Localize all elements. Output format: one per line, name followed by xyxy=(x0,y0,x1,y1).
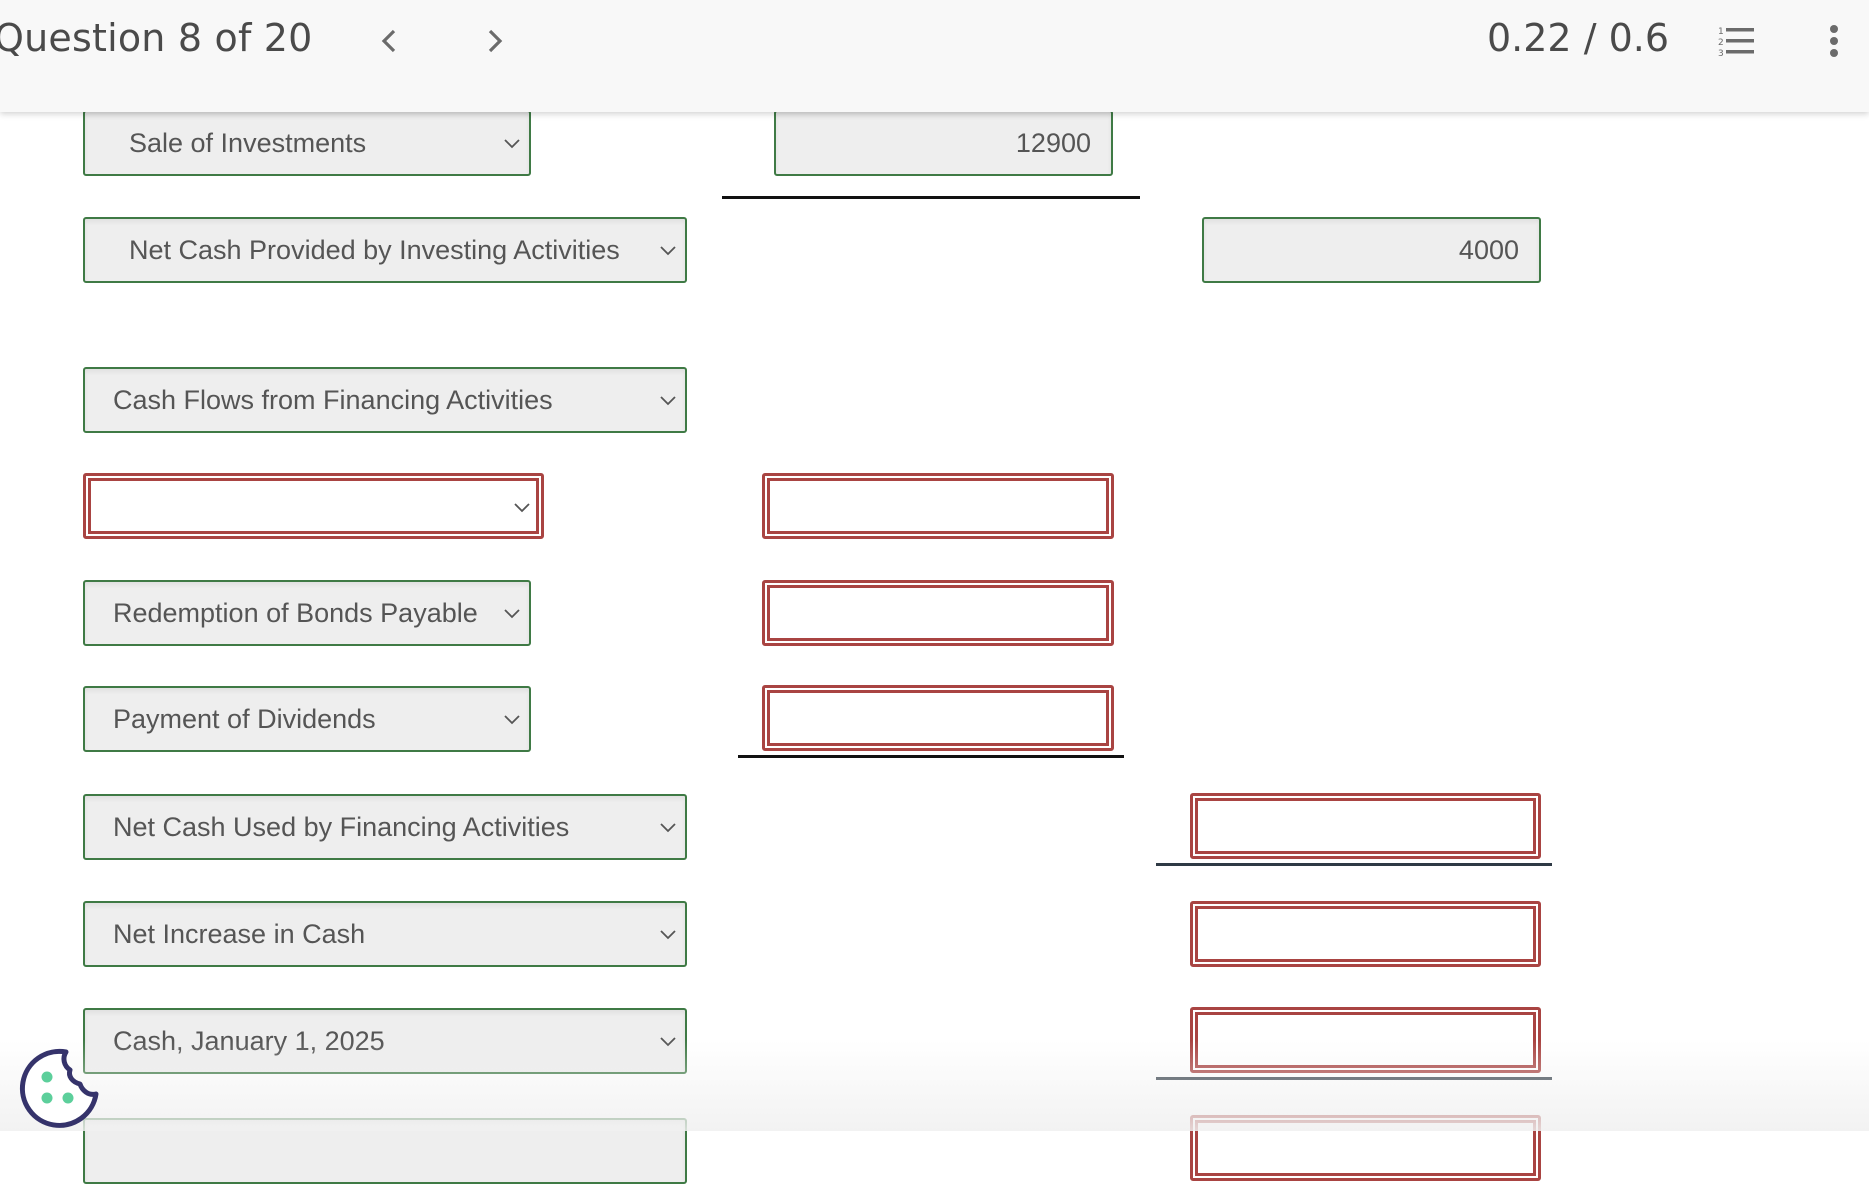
chevron-down-icon xyxy=(504,715,520,725)
account-select-value: Net Cash Used by Financing Activities xyxy=(113,812,570,842)
cookie-settings-icon xyxy=(19,1048,99,1128)
account-select-incorrect[interactable] xyxy=(83,473,544,539)
cash-flow-statement-form: Sale of Investments 12900 Net Cash Provi… xyxy=(0,0,1869,1184)
chevron-right-icon xyxy=(488,29,503,53)
account-select[interactable]: Payment of Dividends xyxy=(83,686,531,752)
amount-input[interactable]: 12900 xyxy=(774,110,1113,176)
subtotal-underline xyxy=(722,196,1140,199)
chevron-down-icon xyxy=(514,503,530,513)
question-header: Question 8 of 20 0.22 / 0.6 1 2 3 xyxy=(0,0,1869,112)
account-select-value: Sale of Investments xyxy=(129,128,367,158)
account-select[interactable]: Cash, January 1, 2025 xyxy=(83,1008,687,1074)
account-select-value: Redemption of Bonds Payable xyxy=(113,598,478,628)
total-amount-input-incorrect[interactable] xyxy=(1190,793,1541,859)
chevron-down-icon xyxy=(660,1037,676,1047)
numbered-list-icon: 1 2 3 xyxy=(1718,27,1754,59)
chevron-down-icon xyxy=(660,823,676,833)
account-select-value: Net Cash Provided by Investing Activitie… xyxy=(129,235,620,265)
account-select[interactable]: Net Cash Used by Financing Activities xyxy=(83,794,687,860)
account-select[interactable]: Net Cash Provided by Investing Activitie… xyxy=(83,217,687,283)
question-counter: Question 8 of 20 xyxy=(0,16,313,60)
next-question-button[interactable] xyxy=(477,24,511,58)
chevron-down-icon xyxy=(504,609,520,619)
chevron-down-icon xyxy=(660,246,676,256)
account-select[interactable] xyxy=(83,1118,687,1184)
section-header-select[interactable]: Cash Flows from Financing Activities xyxy=(83,367,687,433)
score-display: 0.22 / 0.6 xyxy=(1487,16,1670,60)
svg-text:3: 3 xyxy=(1718,49,1724,59)
more-options-button[interactable] xyxy=(1818,20,1850,64)
svg-text:1: 1 xyxy=(1718,27,1724,37)
amount-input-incorrect[interactable] xyxy=(762,685,1114,751)
svg-text:2: 2 xyxy=(1718,38,1724,48)
chevron-left-icon xyxy=(381,29,396,53)
subtotal-underline xyxy=(738,755,1124,758)
account-select-value: Payment of Dividends xyxy=(113,704,376,734)
chevron-down-icon xyxy=(504,139,520,149)
account-select-value: Cash, January 1, 2025 xyxy=(113,1026,385,1056)
total-amount-input-incorrect[interactable] xyxy=(1190,1115,1541,1181)
total-underline xyxy=(1156,1077,1552,1080)
account-select-value: Cash Flows from Financing Activities xyxy=(113,385,553,415)
cookie-settings-button[interactable] xyxy=(18,1046,102,1130)
total-amount-input[interactable]: 4000 xyxy=(1202,217,1541,283)
chevron-down-icon xyxy=(660,396,676,406)
account-select-value: Net Increase in Cash xyxy=(113,919,366,949)
account-select[interactable]: Sale of Investments xyxy=(83,110,531,176)
account-select[interactable]: Redemption of Bonds Payable xyxy=(83,580,531,646)
account-select[interactable]: Net Increase in Cash xyxy=(83,901,687,967)
total-amount-input-incorrect[interactable] xyxy=(1190,901,1541,967)
total-amount-input-incorrect[interactable] xyxy=(1190,1007,1541,1073)
total-underline xyxy=(1156,863,1552,866)
question-list-button[interactable]: 1 2 3 xyxy=(1712,22,1760,62)
amount-input-incorrect[interactable] xyxy=(762,473,1114,539)
chevron-down-icon xyxy=(660,930,676,940)
more-vertical-icon xyxy=(1830,25,1838,57)
previous-question-button[interactable] xyxy=(373,24,407,58)
amount-input-incorrect[interactable] xyxy=(762,580,1114,646)
